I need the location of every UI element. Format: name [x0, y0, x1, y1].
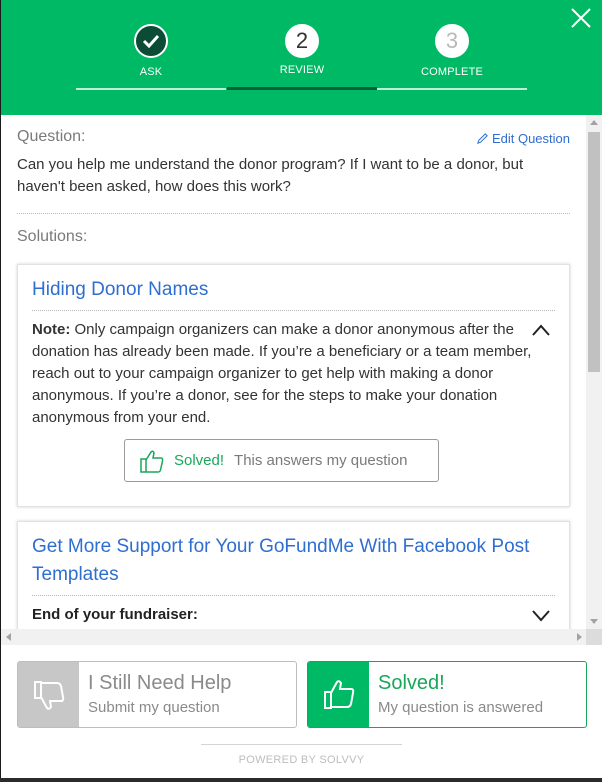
- chevron-down-icon: [532, 610, 550, 622]
- checkmark-icon: [142, 34, 160, 48]
- solution-title-link[interactable]: Hiding Donor Names: [32, 276, 208, 304]
- card-divider: [32, 595, 555, 596]
- solved-icon-box: [308, 662, 369, 727]
- scroll-up-arrow-icon[interactable]: [590, 120, 598, 125]
- vertical-scrollbar[interactable]: [586, 115, 602, 629]
- solution-card: Hiding Donor Names Note: Only campaign o…: [17, 264, 570, 507]
- collapse-button[interactable]: [531, 323, 551, 337]
- step-ask-circle: [134, 24, 168, 58]
- progress-header: ASK 2 REVIEW 3 COMPLETE: [1, 0, 602, 115]
- question-text: Can you help me understand the donor pro…: [17, 156, 524, 195]
- step-review-label: REVIEW: [279, 64, 325, 76]
- horizontal-scrollbar[interactable]: [1, 629, 587, 645]
- pencil-icon: [477, 133, 488, 144]
- step-review-number: 2: [285, 24, 319, 58]
- solved-answers-button[interactable]: Solved! This answers my question: [124, 439, 439, 482]
- solution-body: Note: Only campaign organizers can make …: [32, 319, 532, 429]
- scroll-left-arrow-icon[interactable]: [6, 633, 11, 641]
- scrollbar-corner: [586, 629, 602, 645]
- edit-question-label: Edit Question: [491, 131, 570, 146]
- close-icon: [571, 8, 591, 28]
- step-complete-label: COMPLETE: [420, 66, 484, 78]
- step-complete-bar: [377, 88, 527, 90]
- still-need-help-button[interactable]: I Still Need Help Submit my question: [17, 661, 297, 728]
- expand-button[interactable]: [531, 608, 551, 622]
- solution-title-link[interactable]: Get More Support for Your GoFundMe With …: [32, 533, 552, 589]
- still-need-help-subtitle: Submit my question: [88, 699, 220, 716]
- scroll-right-arrow-icon[interactable]: [577, 633, 582, 641]
- step-ask-bar: [76, 88, 226, 90]
- help-icon-box: [18, 662, 79, 727]
- solutions-label: Solutions:: [17, 228, 88, 245]
- still-need-help-title: I Still Need Help: [88, 672, 232, 694]
- solved-label: Solved!: [174, 452, 225, 469]
- thumbs-up-icon: [323, 679, 354, 709]
- solution-subheading: End of your fundraiser:: [32, 606, 198, 623]
- solution-body-text: Only campaign organizers can make a dono…: [32, 321, 532, 426]
- scroll-down-arrow-icon[interactable]: [590, 619, 598, 624]
- step-ask: ASK: [76, 24, 226, 90]
- question-solved-button[interactable]: Solved! My question is answered: [307, 661, 587, 728]
- question-solved-title: Solved!: [378, 672, 445, 694]
- support-widget: ASK 2 REVIEW 3 COMPLETE Question: Edit Q…: [0, 0, 602, 778]
- question-label: Question:: [17, 128, 86, 145]
- card-divider: [32, 310, 555, 311]
- close-button[interactable]: [569, 6, 593, 30]
- question-solved-subtitle: My question is answered: [378, 699, 544, 716]
- thumbs-up-icon: [140, 449, 164, 473]
- thumbs-down-icon: [33, 680, 64, 710]
- content-scroll-area[interactable]: Question: Edit Question Can you help me …: [1, 115, 587, 629]
- step-review-bar: [227, 87, 377, 90]
- solution-card: Get More Support for Your GoFundMe With …: [17, 521, 570, 629]
- solved-caption: This answers my question: [234, 452, 408, 469]
- divider: [17, 213, 570, 214]
- powered-by-label: POWERED BY SOLVVY: [201, 744, 402, 766]
- step-complete: 3 COMPLETE: [377, 24, 527, 90]
- edit-question-link[interactable]: Edit Question: [476, 131, 570, 146]
- chevron-up-icon: [532, 324, 550, 336]
- step-complete-number: 3: [435, 24, 469, 58]
- step-indicator: ASK 2 REVIEW 3 COMPLETE: [76, 24, 527, 90]
- step-ask-label: ASK: [139, 66, 163, 78]
- scroll-thumb[interactable]: [588, 132, 600, 372]
- note-label: Note:: [32, 321, 71, 338]
- step-review: 2 REVIEW: [227, 24, 377, 90]
